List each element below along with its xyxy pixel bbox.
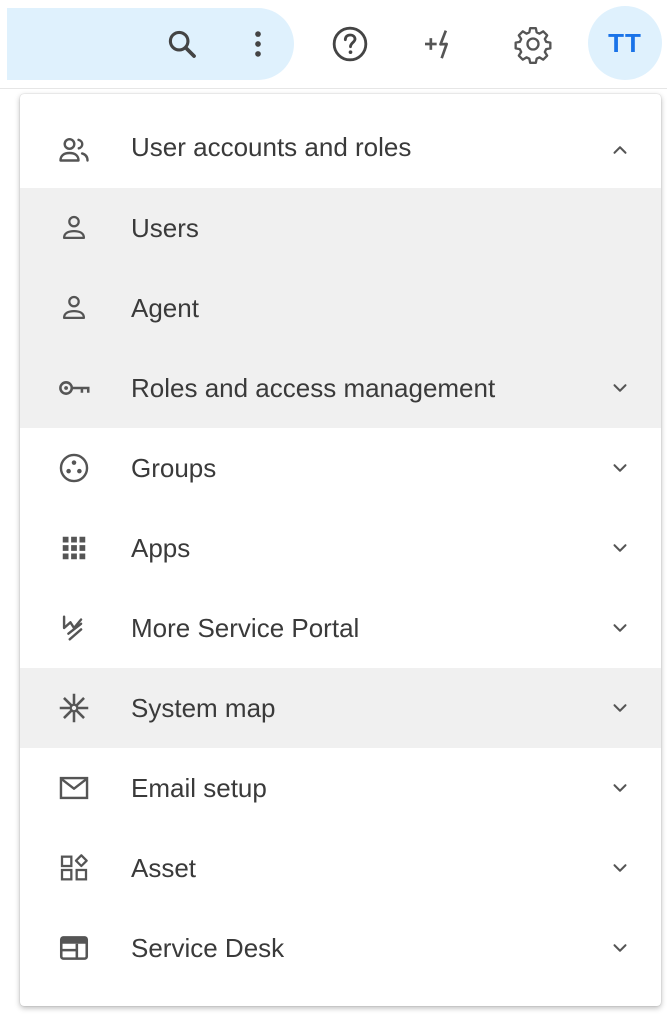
menu-item-asset[interactable]: Asset [20, 828, 661, 908]
menu-item-label: More Service Portal [131, 612, 360, 643]
page-divider [0, 88, 667, 89]
chevron-up-icon[interactable] [607, 137, 633, 163]
portal-logo-icon [54, 608, 94, 648]
more-options-button[interactable] [232, 18, 284, 70]
menu-item-system-map[interactable]: System map [20, 668, 661, 748]
users-icon [54, 130, 94, 170]
groups-icon [54, 448, 94, 488]
user-icon [54, 288, 94, 328]
chevron-down-icon[interactable] [607, 375, 633, 401]
quick-add-button[interactable] [414, 18, 466, 70]
top-bar: TT [0, 0, 667, 90]
more-vert-icon [255, 31, 261, 57]
search-icon [168, 30, 196, 58]
menu-item-more-service-portal[interactable]: More Service Portal [20, 588, 661, 668]
help-button[interactable] [324, 18, 376, 70]
menu-item-roles-and-access-management[interactable]: Roles and access management [20, 348, 661, 428]
asterisk-icon [54, 688, 94, 728]
menu-item-label: System map [131, 692, 276, 723]
help-circle-icon [332, 26, 368, 62]
menu-item-apps[interactable]: Apps [20, 508, 661, 588]
quick-add-icon [425, 30, 448, 59]
mail-icon [54, 768, 94, 808]
settings-button[interactable] [507, 18, 559, 70]
menu-item-label: Agent [131, 292, 199, 323]
menu-item-label: User accounts and roles [131, 132, 412, 162]
chevron-down-icon[interactable] [607, 855, 633, 881]
menu-item-label: Asset [131, 852, 197, 883]
menu-item-label: Groups [131, 452, 217, 483]
menu-item-groups[interactable]: Groups [20, 428, 661, 508]
chevron-down-icon[interactable] [607, 455, 633, 481]
menu-item-agent[interactable]: Agent [20, 268, 661, 348]
menu-item-label: Roles and access management [131, 372, 496, 403]
chevron-down-icon[interactable] [607, 615, 633, 641]
chevron-down-icon[interactable] [607, 695, 633, 721]
menu-item-service-desk[interactable]: Service Desk [20, 908, 661, 988]
menu-item-users[interactable]: Users [20, 188, 661, 268]
menu-item-email-setup[interactable]: Email setup [20, 748, 661, 828]
user-icon [54, 208, 94, 248]
gear-icon [514, 27, 552, 64]
service-desk-icon [54, 928, 94, 968]
apps-grid-icon [54, 528, 94, 568]
search-button[interactable] [156, 18, 208, 70]
menu-item-label: Apps [131, 532, 191, 563]
avatar-initials: TT [608, 27, 642, 58]
chevron-down-icon[interactable] [607, 535, 633, 561]
chevron-down-icon[interactable] [607, 935, 633, 961]
menu-item-label: Service Desk [131, 932, 285, 963]
asset-icon [54, 848, 94, 888]
user-avatar[interactable]: TT [588, 6, 662, 80]
menu-item-user-accounts-and-roles[interactable]: User accounts and roles [20, 94, 661, 188]
key-icon [54, 368, 94, 408]
chevron-down-icon[interactable] [607, 775, 633, 801]
settings-menu: User accounts and roles Users Agent Role… [20, 94, 661, 1006]
menu-item-label: Email setup [131, 772, 267, 803]
menu-item-label: Users [131, 212, 199, 243]
